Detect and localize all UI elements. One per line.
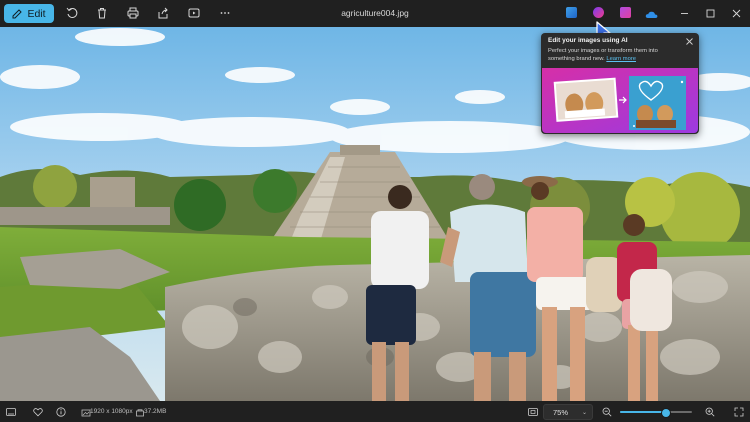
rotate-icon[interactable] <box>65 6 79 20</box>
popup-body-text: Perfect your images or transform them in… <box>548 48 658 62</box>
more-icon[interactable] <box>218 6 232 20</box>
zoom-slider[interactable] <box>620 408 692 418</box>
chevron-down-icon: ⌄ <box>581 409 587 416</box>
popup-close-icon[interactable] <box>686 38 693 45</box>
zoom-slider-fill <box>620 411 665 413</box>
zoom-in-icon[interactable] <box>704 406 715 417</box>
top-toolbar: Edit agriculture004.jpg <box>0 0 750 27</box>
fit-to-window-icon[interactable] <box>527 406 538 417</box>
fullscreen-icon[interactable] <box>733 406 744 417</box>
clipchamp-app-icon[interactable] <box>593 7 604 18</box>
print-icon[interactable] <box>126 6 140 20</box>
maximize-icon[interactable] <box>703 7 717 19</box>
edit-button[interactable]: Edit <box>4 4 54 23</box>
share-icon[interactable] <box>156 6 170 20</box>
bottom-status-bar: 1920 x 1080px 37.2MB 75% ⌄ <box>0 401 750 422</box>
zoom-select[interactable]: 75% ⌄ <box>543 404 593 420</box>
info-icon[interactable] <box>55 406 66 417</box>
favorite-heart-icon[interactable] <box>32 406 43 417</box>
edit-label: Edit <box>27 7 46 20</box>
popup-illustration <box>542 68 698 133</box>
resolution-text: 1920 x 1080px <box>90 408 133 415</box>
file-size-text: 37.2MB <box>144 408 167 415</box>
delete-icon[interactable] <box>95 6 109 20</box>
close-icon[interactable] <box>729 7 743 19</box>
filmstrip-icon[interactable] <box>5 406 16 417</box>
learn-more-link[interactable]: Learn more <box>606 56 636 62</box>
ai-edit-popup: Edit your images using AI Perfect your i… <box>541 33 699 134</box>
designer-app-icon[interactable] <box>566 7 577 18</box>
onedrive-icon[interactable] <box>645 7 658 18</box>
slideshow-icon[interactable] <box>187 6 201 20</box>
popup-body: Perfect your images or transform them in… <box>548 47 676 63</box>
zoom-out-icon[interactable] <box>601 406 612 417</box>
zoom-slider-thumb[interactable] <box>660 408 671 418</box>
popup-title: Edit your images using AI <box>548 37 628 44</box>
paint-app-icon[interactable] <box>620 7 631 18</box>
zoom-value: 75% <box>553 407 569 417</box>
file-name: agriculture004.jpg <box>341 8 409 18</box>
edit-icon <box>12 8 23 18</box>
minimize-icon[interactable] <box>677 7 691 19</box>
